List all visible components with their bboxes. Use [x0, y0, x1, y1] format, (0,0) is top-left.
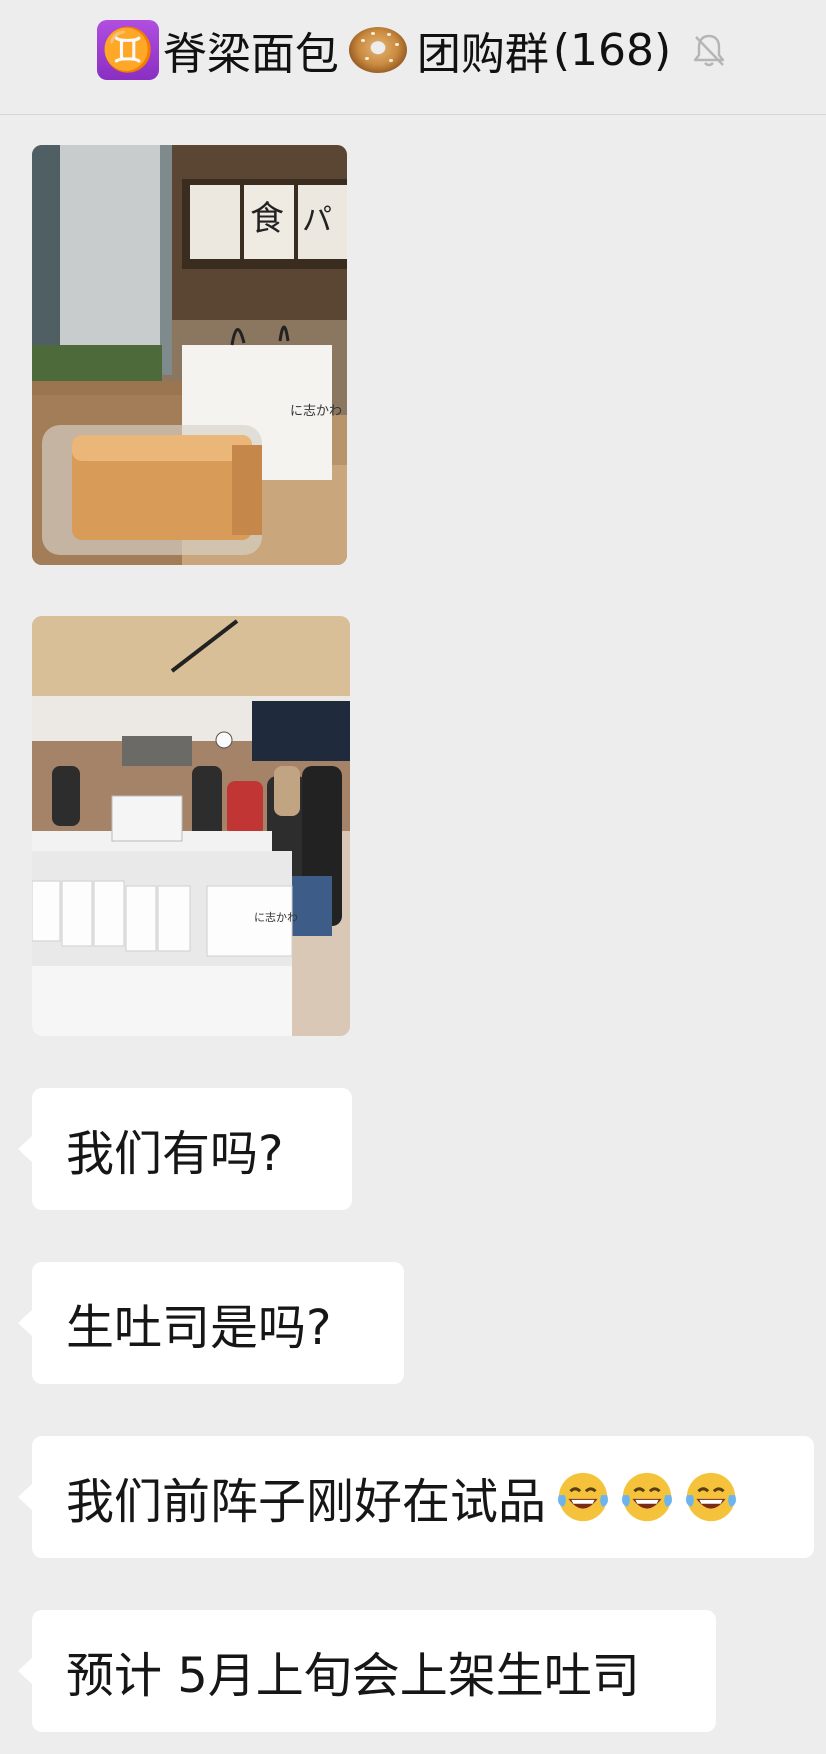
message-bubble[interactable]: 我们有吗?	[18, 1088, 352, 1210]
image-message-bread[interactable]: 食 パ に志かわ	[32, 145, 347, 565]
svg-text:パ: パ	[302, 203, 332, 238]
message-text: 我们前阵子刚好在试品	[66, 1474, 547, 1530]
image-message-shop[interactable]: に志かわ	[32, 616, 350, 1036]
message-bubble[interactable]: 预计 5月上旬会上架生吐司	[18, 1610, 716, 1732]
svg-text:に志かわ: に志かわ	[254, 911, 298, 924]
laughing-tears-icon	[622, 1472, 672, 1522]
mute-bell-icon	[693, 34, 725, 67]
photo-shop-interior-queue: に志かわ	[32, 616, 350, 1036]
message-bubble[interactable]: 我们前阵子刚好在试品	[18, 1436, 814, 1558]
photo-shop-bread-bag: 食 パ に志かわ	[32, 145, 347, 565]
message-text: 生吐司是吗?	[66, 1300, 332, 1356]
group-name: 脊梁面包	[162, 29, 339, 80]
svg-text:に志かわ: に志かわ	[290, 404, 342, 419]
laughing-tears-icon	[686, 1472, 736, 1522]
chat-title[interactable]: ♊ 脊梁面包 团购群 (168)	[96, 18, 729, 82]
chat-header: ♊ 脊梁面包 团购群 (168)	[0, 0, 826, 115]
message-text: 预计 5月上旬会上架生吐司	[66, 1648, 640, 1704]
message-text: 我们有吗?	[66, 1126, 284, 1182]
message-bubble[interactable]: 生吐司是吗?	[18, 1262, 404, 1384]
group-name-suffix: 团购群	[416, 29, 549, 80]
svg-text:食: 食	[250, 199, 284, 239]
gemini-icon: ♊	[96, 20, 159, 80]
member-count: (168)	[552, 24, 672, 76]
bagel-icon	[347, 23, 409, 77]
laughing-tears-icon	[558, 1472, 608, 1522]
emoji-group	[554, 1468, 740, 1526]
